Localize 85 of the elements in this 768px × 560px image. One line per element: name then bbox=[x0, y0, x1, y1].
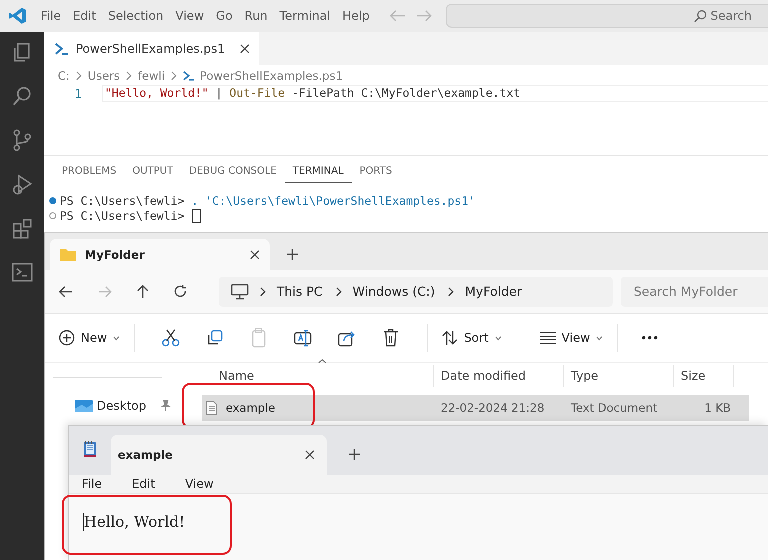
menu-item[interactable]: Run bbox=[238, 9, 274, 23]
chevron-icon bbox=[74, 71, 83, 81]
plus-icon[interactable] bbox=[349, 449, 360, 460]
view-button[interactable]: View bbox=[540, 331, 604, 345]
more-icon[interactable] bbox=[642, 336, 658, 340]
column-header[interactable]: Name bbox=[219, 369, 254, 383]
folder-icon bbox=[60, 248, 76, 261]
back-arrow-icon[interactable] bbox=[59, 286, 73, 298]
path-item[interactable]: Windows (C:) bbox=[352, 284, 436, 299]
caret-icon bbox=[596, 336, 604, 340]
caret-icon bbox=[494, 336, 502, 340]
menu-item[interactable]: File bbox=[35, 9, 68, 23]
sort-arrows-icon bbox=[442, 330, 458, 346]
document-tab[interactable]: example bbox=[111, 435, 327, 475]
scissors-icon[interactable] bbox=[161, 328, 182, 348]
panel-tab[interactable]: PORTS bbox=[352, 164, 400, 183]
menu-item[interactable]: View bbox=[170, 9, 210, 23]
terminal-line: PS C:\Users\fewli> bbox=[60, 208, 185, 222]
panel-tab[interactable]: PROBLEMS bbox=[54, 164, 125, 183]
column-header[interactable]: Date modified bbox=[441, 369, 526, 383]
chevron-icon bbox=[334, 286, 343, 298]
computer-icon bbox=[231, 284, 249, 300]
column-header[interactable]: Size bbox=[681, 369, 706, 383]
document-text: Hello, World! bbox=[84, 513, 186, 531]
menu-item[interactable]: Help bbox=[336, 9, 376, 23]
menu-item[interactable]: Go bbox=[210, 9, 239, 23]
breadcrumb-item[interactable]: Users bbox=[88, 69, 120, 83]
panel-tab[interactable]: TERMINAL bbox=[284, 164, 352, 183]
powershell-icon bbox=[183, 71, 196, 81]
chevron-icon bbox=[447, 286, 456, 298]
list-lines-icon bbox=[540, 332, 556, 344]
path-item[interactable]: MyFolder bbox=[465, 284, 522, 299]
chevron-icon bbox=[170, 71, 178, 81]
breadcrumb-item[interactable]: PowerShellExamples.ps1 bbox=[200, 69, 344, 83]
code-line: "Hello, World!" | Out-File -FilePath C:\MyFolder\example.txt bbox=[102, 85, 768, 102]
menu-item[interactable]: Terminal bbox=[274, 9, 337, 23]
breadcrumb-item[interactable]: C: bbox=[58, 69, 70, 83]
menu-item[interactable]: Edit bbox=[67, 9, 102, 23]
sort-caret-icon bbox=[318, 359, 327, 364]
up-arrow-icon[interactable] bbox=[137, 284, 149, 298]
search-icon bbox=[694, 10, 707, 22]
column-header[interactable]: Type bbox=[571, 369, 599, 383]
breadcrumb-item[interactable]: fewli bbox=[138, 69, 166, 83]
run-debug-icon[interactable] bbox=[10, 173, 34, 196]
rename-icon[interactable] bbox=[293, 328, 314, 348]
menu-item[interactable]: View bbox=[182, 477, 217, 491]
desktop-icon bbox=[75, 399, 93, 413]
date-cell: 22-02-2024 21:28 bbox=[441, 401, 545, 415]
search-field[interactable]: Search bbox=[446, 4, 768, 28]
search-icon[interactable] bbox=[10, 85, 34, 108]
panel-tab[interactable]: DEBUG CONSOLE bbox=[181, 164, 285, 183]
plus-icon[interactable] bbox=[287, 249, 298, 260]
app-logo-icon bbox=[9, 7, 27, 25]
size-cell: 1 KB bbox=[704, 401, 731, 415]
file-name: example bbox=[226, 401, 276, 415]
explorer-tab[interactable]: MyFolder bbox=[50, 239, 270, 270]
close-icon[interactable] bbox=[240, 44, 250, 54]
refresh-icon[interactable] bbox=[174, 285, 187, 298]
notepad-icon bbox=[83, 440, 97, 458]
chevron-icon bbox=[125, 71, 134, 81]
menu-item[interactable]: File bbox=[79, 477, 106, 491]
caret-icon bbox=[113, 336, 120, 340]
search-field[interactable]: Search MyFolder bbox=[621, 276, 768, 306]
new-button[interactable]: New bbox=[59, 330, 120, 346]
pin-icon bbox=[160, 400, 170, 412]
powershell-icon bbox=[55, 42, 69, 54]
line-number: 1 bbox=[74, 86, 82, 100]
document-icon bbox=[206, 400, 218, 416]
text-cursor bbox=[83, 513, 84, 531]
close-icon[interactable] bbox=[305, 450, 315, 460]
plus-circle-icon bbox=[59, 330, 75, 346]
sort-button[interactable]: Sort bbox=[442, 330, 502, 346]
chevron-icon bbox=[259, 286, 267, 298]
close-icon[interactable] bbox=[250, 250, 260, 260]
extensions-icon[interactable] bbox=[10, 217, 34, 240]
panel-tab[interactable]: OUTPUT bbox=[124, 164, 182, 183]
sidebar-item[interactable]: Desktop bbox=[97, 399, 146, 413]
editor-tab[interactable]: PowerShellExamples.ps1 bbox=[44, 32, 260, 65]
terminal-icon[interactable] bbox=[10, 261, 34, 284]
terminal-line: PS C:\Users\fewli> . 'C:\Users\fewli\PowerShellExamples.ps1' bbox=[60, 194, 476, 208]
menu-item[interactable]: Selection bbox=[102, 9, 170, 23]
file-row[interactable]: example 22-02-2024 21:28 Text Document 1 KB bbox=[202, 395, 749, 421]
type-cell: Text Document bbox=[571, 401, 658, 415]
menu-item[interactable]: Edit bbox=[129, 477, 158, 491]
path-item[interactable]: This PC bbox=[277, 284, 323, 299]
